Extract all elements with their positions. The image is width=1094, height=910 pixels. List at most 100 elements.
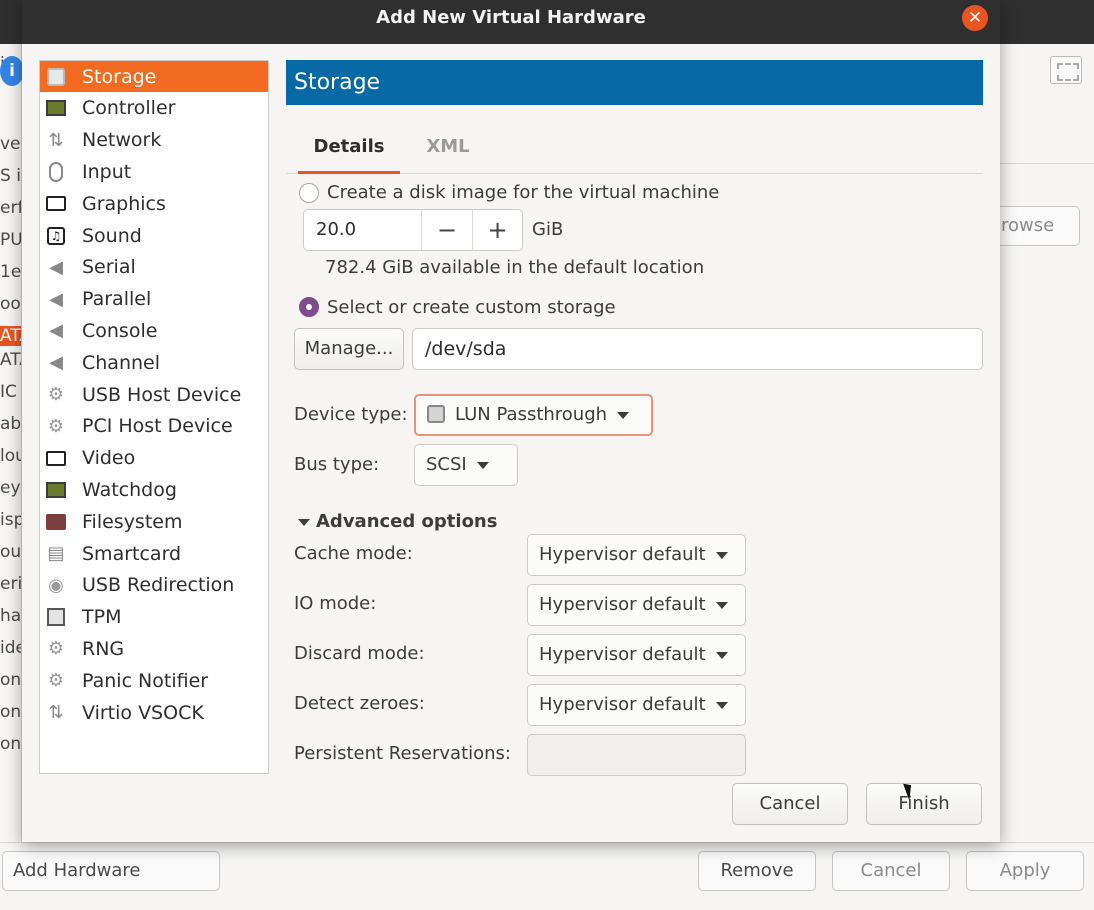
gear-icon: ⚙ bbox=[47, 638, 65, 660]
hardware-item-sound[interactable]: ♫ Sound bbox=[40, 220, 268, 251]
hardware-type-list[interactable]: Storage Controller ⇅ Network Input Graphics ♫ S… bbox=[39, 60, 269, 774]
background-sidebar-item[interactable]: lou bbox=[0, 446, 21, 466]
manage-button[interactable]: Manage... bbox=[294, 328, 404, 370]
detect-zeroes-dropdown[interactable]: Hypervisor default bbox=[527, 684, 746, 726]
chevron-down-icon bbox=[715, 551, 728, 559]
cache-mode-dropdown[interactable]: Hypervisor default bbox=[527, 534, 746, 576]
disk-size-value[interactable]: 20.0 bbox=[304, 210, 422, 250]
disk-size-spinner[interactable]: 20.0 − + bbox=[303, 209, 523, 251]
hardware-item-usb-redirection[interactable]: ◉ USB Redirection bbox=[40, 570, 268, 601]
increase-size-button[interactable]: + bbox=[472, 210, 522, 250]
background-sidebar-item[interactable]: on bbox=[0, 734, 21, 754]
hardware-item-controller[interactable]: Controller bbox=[40, 93, 268, 124]
hardware-item-rng[interactable]: ⚙ RNG bbox=[40, 633, 268, 664]
hardware-item-pci-host-device[interactable]: ⚙ PCI Host Device bbox=[40, 411, 268, 442]
custom-storage-radio[interactable] bbox=[299, 297, 319, 317]
hardware-item-panic-notifier[interactable]: ⚙ Panic Notifier bbox=[40, 665, 268, 696]
background-sidebar-item[interactable]: ey bbox=[0, 478, 21, 498]
hardware-item-filesystem[interactable]: Filesystem bbox=[40, 506, 268, 537]
background-sidebar-item[interactable]: ab bbox=[0, 414, 21, 434]
gear-icon: ⚙ bbox=[47, 415, 65, 437]
hardware-item-label: Storage bbox=[82, 65, 157, 88]
usb-icon: ◉ bbox=[48, 574, 64, 596]
background-sidebar-item[interactable]: ATA bbox=[0, 350, 21, 370]
hardware-item-video[interactable]: Video bbox=[40, 443, 268, 474]
hardware-item-label: Filesystem bbox=[82, 510, 183, 533]
tab-details[interactable]: Details bbox=[298, 130, 400, 174]
tab-xml[interactable]: XML bbox=[406, 130, 490, 174]
cancel-button[interactable]: Cancel bbox=[732, 783, 848, 825]
decrease-size-button[interactable]: − bbox=[422, 210, 472, 250]
hardware-item-label: Panic Notifier bbox=[82, 669, 209, 692]
create-disk-radio[interactable] bbox=[299, 183, 319, 203]
hardware-item-tpm[interactable]: TPM bbox=[40, 602, 268, 633]
hardware-item-graphics[interactable]: Graphics bbox=[40, 188, 268, 219]
hardware-item-input[interactable]: Input bbox=[40, 156, 268, 187]
discard-mode-label: Discard mode: bbox=[294, 643, 425, 664]
tab-bar: Details XML bbox=[286, 120, 983, 174]
info-icon[interactable]: i bbox=[0, 56, 24, 86]
apply-button[interactable]: Apply bbox=[966, 851, 1084, 891]
advanced-options-expander[interactable]: Advanced options bbox=[298, 511, 497, 532]
bus-type-dropdown[interactable]: SCSI bbox=[414, 444, 518, 486]
hardware-item-channel[interactable]: ◀ Channel bbox=[40, 347, 268, 378]
background-sidebar-item[interactable]: on bbox=[0, 670, 21, 690]
custom-storage-label[interactable]: Select or create custom storage bbox=[327, 297, 616, 318]
device-type-dropdown[interactable]: LUN Passthrough bbox=[414, 394, 653, 436]
discard-mode-dropdown[interactable]: Hypervisor default bbox=[527, 634, 746, 676]
hardware-item-console[interactable]: ◀ Console bbox=[40, 315, 268, 346]
disk-icon bbox=[45, 66, 67, 88]
persistent-reservations-field[interactable] bbox=[527, 734, 746, 776]
hardware-item-watchdog[interactable]: Watchdog bbox=[40, 474, 268, 505]
background-sidebar-item[interactable]: S i bbox=[0, 166, 21, 186]
chevron-down-icon bbox=[476, 461, 489, 469]
hardware-item-label: Console bbox=[82, 319, 158, 342]
hardware-item-label: Parallel bbox=[82, 288, 152, 311]
storage-path-input[interactable]: /dev/sda bbox=[412, 328, 983, 370]
fullscreen-icon[interactable] bbox=[1050, 56, 1082, 84]
detect-zeroes-label: Detect zeroes: bbox=[294, 693, 425, 714]
remove-button[interactable]: Remove bbox=[698, 851, 816, 891]
hardware-item-smartcard[interactable]: ▤ Smartcard bbox=[40, 538, 268, 569]
hardware-item-label: RNG bbox=[82, 637, 125, 660]
background-sidebar-item[interactable]: isp bbox=[0, 510, 21, 530]
create-disk-label[interactable]: Create a disk image for the virtual mach… bbox=[327, 182, 719, 203]
hardware-item-label: Channel bbox=[82, 351, 161, 374]
background-sidebar-item[interactable]: ve bbox=[0, 134, 21, 154]
background-cancel-button[interactable]: Cancel bbox=[832, 851, 950, 891]
background-sidebar-item[interactable]: on bbox=[0, 702, 21, 722]
hardware-item-label: Virtio VSOCK bbox=[82, 701, 204, 724]
hardware-item-label: Video bbox=[82, 447, 136, 470]
background-sidebar-item[interactable]: oo bbox=[0, 294, 21, 314]
chevron-down-icon bbox=[715, 701, 728, 709]
smartcard-icon: ▤ bbox=[47, 543, 65, 564]
background-sidebar-item[interactable]: ou bbox=[0, 542, 21, 562]
hardware-item-label: PCI Host Device bbox=[82, 415, 233, 438]
background-sidebar-item[interactable]: 1er bbox=[0, 262, 21, 282]
background-sidebar-item[interactable]: IC bbox=[0, 382, 21, 402]
cache-mode-label: Cache mode: bbox=[294, 543, 413, 564]
network-plug-icon: ⇅ bbox=[48, 129, 64, 151]
plug-icon: ◀ bbox=[49, 320, 63, 342]
hardware-item-network[interactable]: ⇅ Network bbox=[40, 125, 268, 156]
device-type-label: Device type: bbox=[294, 404, 408, 425]
background-sidebar-item[interactable]: PU bbox=[0, 230, 21, 250]
hardware-item-serial[interactable]: ◀ Serial bbox=[40, 252, 268, 283]
close-icon[interactable]: ✕ bbox=[962, 5, 988, 31]
finish-button[interactable]: Finish bbox=[866, 783, 982, 825]
hardware-item-label: Network bbox=[82, 129, 162, 152]
hardware-item-storage[interactable]: Storage bbox=[40, 61, 268, 92]
mouse-icon bbox=[45, 161, 67, 183]
background-sidebar-item[interactable]: eri bbox=[0, 574, 21, 594]
io-mode-dropdown[interactable]: Hypervisor default bbox=[527, 584, 746, 626]
add-hardware-button[interactable]: Add Hardware bbox=[2, 851, 220, 891]
background-sidebar-item[interactable]: ATA bbox=[0, 326, 21, 346]
hardware-item-virtio-vsock[interactable]: ⇅ Virtio VSOCK bbox=[40, 697, 268, 728]
background-sidebar-item[interactable]: erf bbox=[0, 198, 21, 218]
background-sidebar-item[interactable]: ha bbox=[0, 606, 21, 626]
bus-type-label: Bus type: bbox=[294, 454, 380, 475]
background-sidebar-item[interactable]: ide bbox=[0, 638, 21, 658]
hardware-item-parallel[interactable]: ◀ Parallel bbox=[40, 284, 268, 315]
hardware-item-usb-host-device[interactable]: ⚙ USB Host Device bbox=[40, 379, 268, 410]
browse-button[interactable]: rowse bbox=[996, 206, 1080, 246]
